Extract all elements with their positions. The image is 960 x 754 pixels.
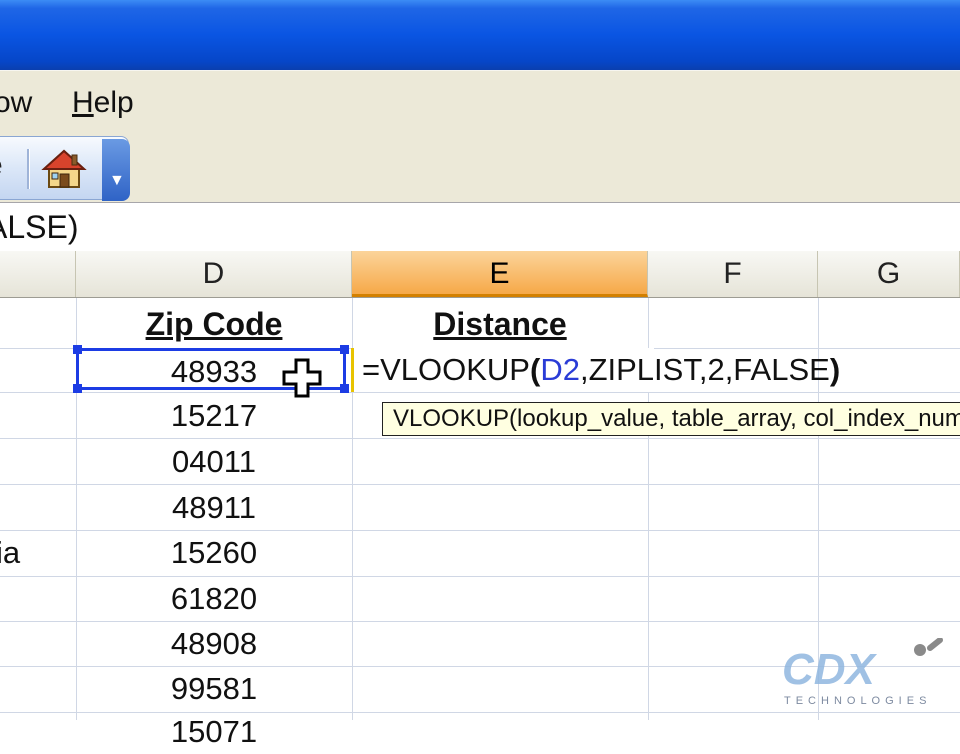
cell-cursor-icon xyxy=(282,358,322,398)
zip-cell[interactable]: 04011 xyxy=(76,440,352,484)
formula-function: =VLOOKUP xyxy=(362,352,530,387)
toolbar-separator xyxy=(27,149,30,189)
chevron-down-icon: ▼ xyxy=(109,172,125,189)
toolbar-partial-button[interactable]: e xyxy=(0,149,3,183)
toolbar: e ▼ xyxy=(0,136,130,201)
home-icon xyxy=(41,149,87,188)
formula-args: ,ZIPLIST,2,FALSE xyxy=(579,352,830,387)
selection-handle[interactable] xyxy=(340,384,349,393)
formula-bar[interactable]: ALSE) xyxy=(0,202,960,252)
zip-cell[interactable]: 15217 xyxy=(76,394,352,438)
formula-bar-text: ALSE) xyxy=(0,209,79,245)
partial-cell-text: ia xyxy=(0,535,21,570)
header-zip-code: Zip Code xyxy=(145,306,283,342)
menu-help-label: elp xyxy=(93,86,134,119)
zip-cell[interactable]: 15071 xyxy=(76,710,352,754)
home-button[interactable] xyxy=(40,147,88,191)
formula-reference: D2 xyxy=(540,352,580,387)
formula-paren-close: ) xyxy=(829,352,841,387)
column-header-e[interactable]: E xyxy=(352,251,648,297)
formula-paren-open: ( xyxy=(530,352,541,387)
toolbar-row: e ▼ xyxy=(0,132,960,202)
menu-window[interactable]: ow xyxy=(0,83,32,123)
active-cell-e2[interactable]: =VLOOKUP(D2,ZIPLIST,2,FALSE) xyxy=(351,348,840,392)
column-header-g[interactable]: G xyxy=(818,251,960,297)
window-title-bar xyxy=(0,0,960,70)
zip-cell[interactable]: 61820 xyxy=(76,577,352,621)
toolbar-overflow-button[interactable]: ▼ xyxy=(102,139,130,201)
selection-handle[interactable] xyxy=(73,345,82,354)
header-distance: Distance xyxy=(433,306,567,342)
column-header-c[interactable] xyxy=(0,251,76,297)
menu-help[interactable]: Help xyxy=(72,83,134,123)
zip-cell[interactable]: 48908 xyxy=(76,622,352,666)
cell-formula-edit[interactable]: =VLOOKUP(D2,ZIPLIST,2,FALSE) xyxy=(362,348,840,392)
zip-cell[interactable]: 48911 xyxy=(76,486,352,530)
zip-cell[interactable]: 15260 xyxy=(76,531,352,575)
column-header-d[interactable]: D xyxy=(76,251,352,297)
watermark-brand: CDX xyxy=(782,645,878,694)
menu-bar: ow Help xyxy=(0,70,960,133)
column-header-f[interactable]: F xyxy=(648,251,818,297)
column-headers: D E F G xyxy=(0,251,960,298)
selection-handle[interactable] xyxy=(73,384,82,393)
menu-help-accel: H xyxy=(72,86,94,119)
function-tooltip: VLOOKUP(lookup_value, table_array, col_i… xyxy=(382,402,960,436)
cdx-logo: CDX TECHNOLOGIES xyxy=(780,637,950,710)
zip-cell[interactable]: 99581 xyxy=(76,667,352,711)
watermark-sub: TECHNOLOGIES xyxy=(784,695,931,707)
menu-window-label: ow xyxy=(0,86,33,119)
selection-handle[interactable] xyxy=(340,345,349,354)
